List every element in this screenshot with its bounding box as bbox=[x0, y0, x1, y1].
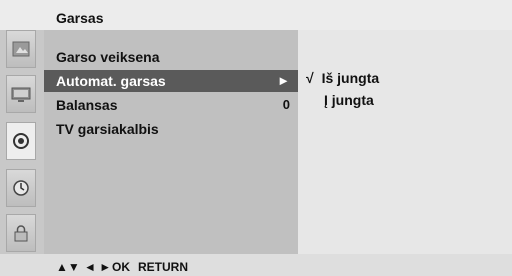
submenu-option-on[interactable]: Į jungta bbox=[324, 92, 374, 108]
submenu-option-off[interactable]: √ Iš jungta bbox=[306, 70, 379, 86]
menu-item-tv-speaker[interactable]: TV garsiakalbis bbox=[44, 118, 298, 140]
lock-icon bbox=[14, 225, 28, 242]
menu-tile-screen[interactable] bbox=[6, 75, 36, 113]
clock-icon bbox=[13, 180, 29, 196]
auto-volume-submenu: √ Iš jungta Į jungta bbox=[298, 30, 512, 254]
updown-arrows-icon: ▲▼ bbox=[56, 260, 80, 274]
menu-icon-rail bbox=[0, 30, 44, 254]
menu-title: Garsas bbox=[56, 10, 104, 26]
footer-hint-bar: ▲▼ ◄ ► OK RETURN bbox=[0, 254, 512, 276]
menu-tile-picture[interactable] bbox=[6, 30, 36, 68]
submenu-option-label: Iš jungta bbox=[321, 70, 380, 86]
return-hint: RETURN bbox=[138, 260, 188, 274]
menu-item-label: Automat. garsas bbox=[56, 73, 166, 89]
title-bar: Garsas bbox=[0, 0, 512, 30]
speaker-icon bbox=[13, 133, 29, 149]
menu-item-auto-volume[interactable]: Automat. garsas ► bbox=[44, 70, 298, 92]
menu-tile-time[interactable] bbox=[6, 169, 36, 207]
menu-item-sound-mode[interactable]: Garso veiksena bbox=[44, 46, 298, 68]
menu-item-balance[interactable]: Balansas 0 bbox=[44, 94, 298, 116]
sound-menu-list: Garso veiksena Automat. garsas ► Balansa… bbox=[44, 30, 298, 254]
tv-screen-icon bbox=[11, 87, 31, 102]
menu-item-label: Balansas bbox=[56, 97, 118, 113]
menu-tile-audio[interactable] bbox=[6, 122, 36, 160]
picture-icon bbox=[12, 41, 30, 57]
check-icon: √ bbox=[306, 70, 314, 86]
ok-hint: OK bbox=[112, 260, 130, 274]
menu-item-value: 0 bbox=[282, 97, 290, 112]
menu-item-label: Garso veiksena bbox=[56, 49, 160, 65]
submenu-option-label: Į jungta bbox=[324, 92, 374, 108]
leftright-arrows-icon: ◄ ► bbox=[84, 260, 112, 274]
menu-item-arrow-icon: ► bbox=[277, 73, 290, 88]
menu-tile-lock[interactable] bbox=[6, 214, 36, 252]
menu-item-label: TV garsiakalbis bbox=[56, 121, 159, 137]
